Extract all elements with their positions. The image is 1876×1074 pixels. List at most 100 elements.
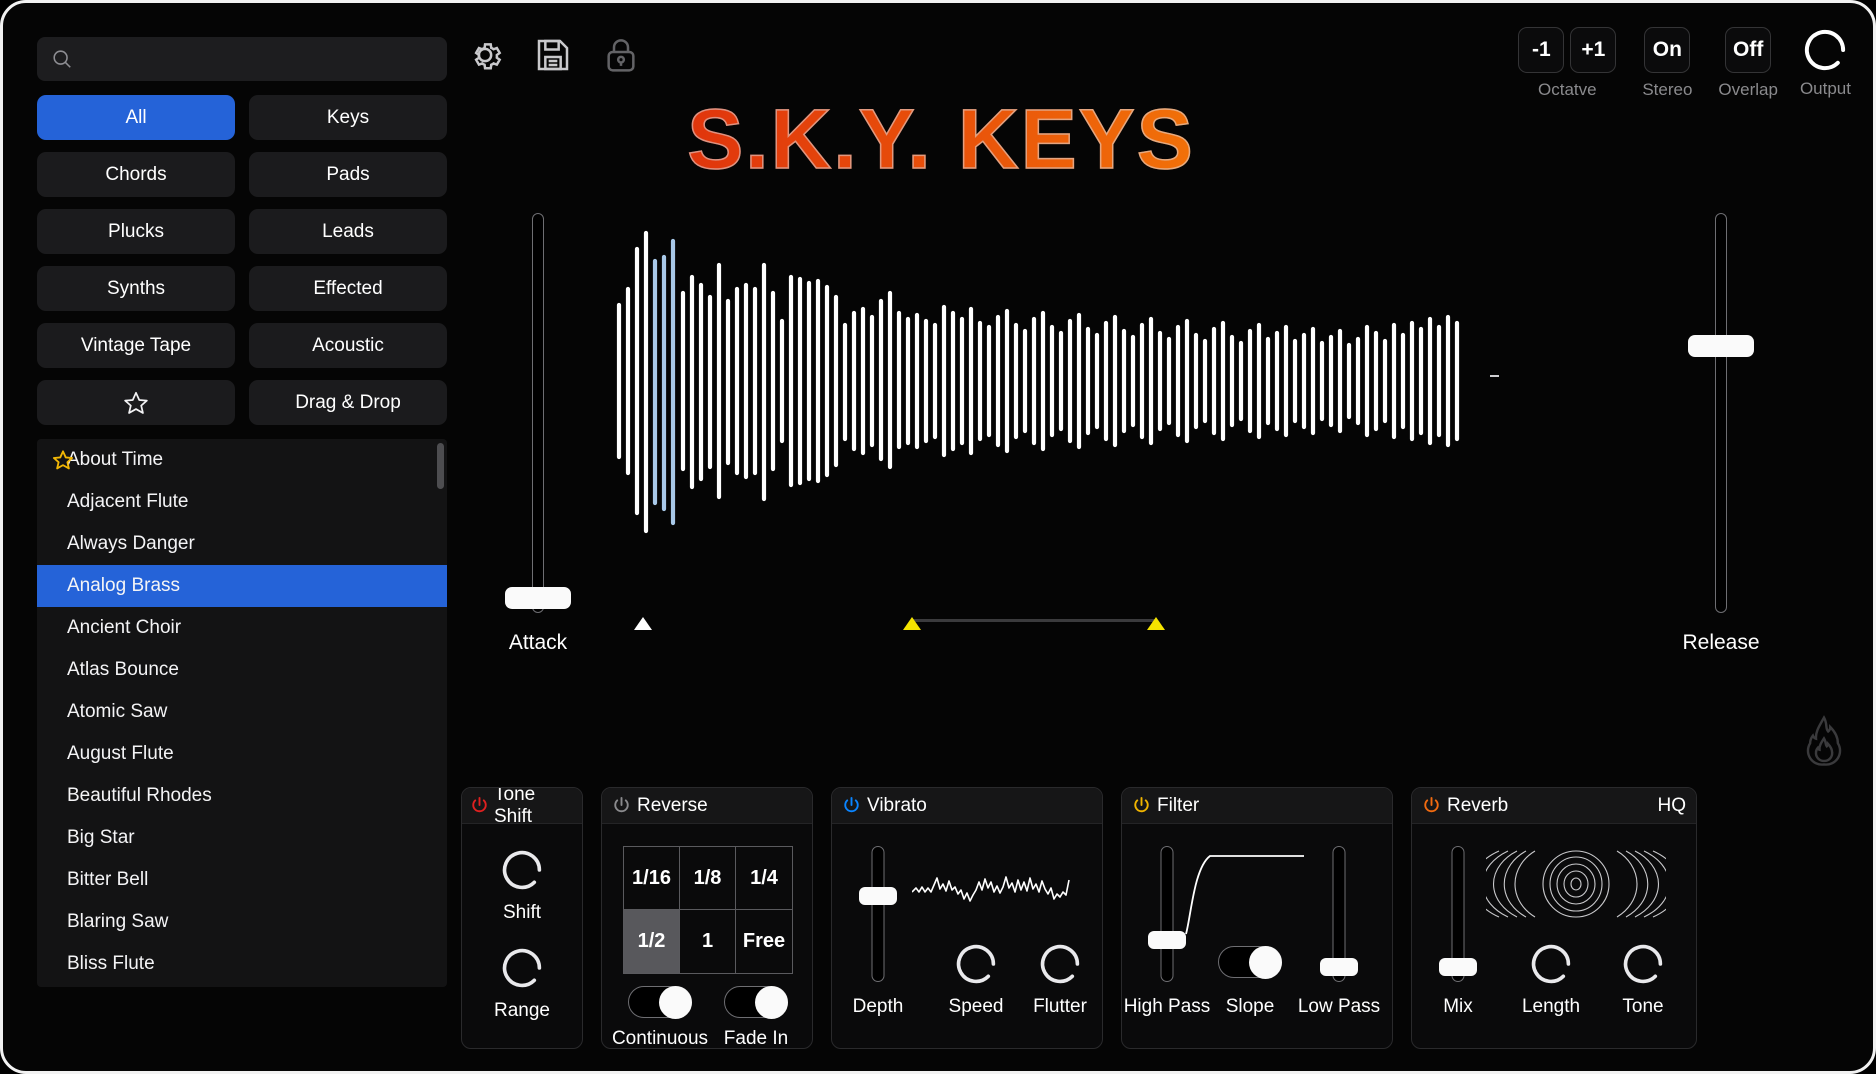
category-synths[interactable]: Synths — [37, 266, 235, 311]
flame-icon[interactable] — [1803, 715, 1845, 767]
list-item[interactable]: Adjacent Flute — [37, 481, 447, 523]
list-item[interactable]: Bitter Bell — [37, 859, 447, 901]
division-1-8[interactable]: 1/8 — [680, 847, 736, 910]
stereo-toggle-button[interactable]: On — [1644, 27, 1690, 73]
category-acoustic[interactable]: Acoustic — [249, 323, 447, 368]
list-item-selected[interactable]: Analog Brass — [37, 565, 447, 607]
attack-slider[interactable]: Attack — [503, 213, 573, 613]
speed-knob[interactable] — [952, 940, 1000, 993]
high-pass-slider-track[interactable] — [1161, 846, 1174, 982]
length-label: Length — [1522, 996, 1580, 1018]
list-item[interactable]: August Flute — [37, 733, 447, 775]
continuous-toggle[interactable] — [628, 986, 692, 1018]
depth-slider-track[interactable] — [872, 846, 885, 982]
lock-icon[interactable] — [601, 35, 641, 75]
list-item[interactable]: Big Star — [37, 817, 447, 859]
category-favorites[interactable] — [37, 380, 235, 425]
plugin-window: All Keys Chords Pads Plucks Leads Synths… — [0, 0, 1876, 1074]
overlap-control: Off Overlap — [1718, 27, 1778, 100]
panel-tone-shift: Tone Shift Shift Range — [461, 787, 583, 1049]
list-item-label: Ancient Choir — [67, 617, 181, 639]
list-item[interactable]: Bliss Flute — [37, 943, 447, 985]
list-item[interactable]: Beautiful Rhodes — [37, 775, 447, 817]
playhead-marker[interactable] — [634, 617, 652, 630]
loop-end-marker[interactable] — [1147, 617, 1165, 630]
panel-reverse: Reverse 1/16 1/8 1/4 1/2 1 Free Continuo… — [601, 787, 813, 1049]
mix-slider-handle[interactable] — [1439, 958, 1477, 976]
power-icon[interactable] — [612, 796, 631, 815]
division-1-4[interactable]: 1/4 — [736, 847, 792, 910]
power-icon[interactable] — [1132, 796, 1151, 815]
star-icon[interactable] — [52, 449, 74, 471]
slope-toggle[interactable] — [1218, 946, 1282, 978]
overlap-toggle-button[interactable]: Off — [1725, 27, 1771, 73]
depth-slider[interactable] — [858, 846, 898, 982]
hq-badge[interactable]: HQ — [1658, 795, 1687, 817]
attack-slider-track[interactable] — [532, 213, 544, 613]
toggle-knob — [755, 986, 788, 1019]
list-item[interactable]: Always Danger — [37, 523, 447, 565]
power-icon[interactable] — [1422, 796, 1441, 815]
list-item-label: August Flute — [67, 743, 174, 765]
list-item[interactable]: Atlas Bounce — [37, 649, 447, 691]
list-item-label: Bliss Flute — [67, 953, 155, 975]
shift-label: Shift — [503, 902, 541, 924]
power-icon[interactable] — [470, 796, 489, 815]
panel-title: Reverb — [1447, 795, 1508, 817]
category-vintage-tape[interactable]: Vintage Tape — [37, 323, 235, 368]
release-slider-handle[interactable] — [1688, 335, 1754, 357]
category-drag-drop[interactable]: Drag & Drop — [249, 380, 447, 425]
low-pass-slider-handle[interactable] — [1320, 958, 1358, 976]
release-slider[interactable]: Release — [1686, 213, 1756, 613]
division-1[interactable]: 1 — [680, 910, 736, 973]
range-knob[interactable] — [498, 944, 546, 997]
list-item[interactable]: Blaring Saw — [37, 901, 447, 943]
division-1-16[interactable]: 1/16 — [624, 847, 680, 910]
save-icon[interactable] — [533, 35, 573, 75]
global-controls: -1 +1 Octatve On Stereo Off Overlap Outp… — [1518, 27, 1851, 100]
length-knob[interactable] — [1527, 940, 1575, 993]
division-free[interactable]: Free — [736, 910, 792, 973]
list-item[interactable]: About Time — [37, 439, 447, 481]
low-pass-slider[interactable] — [1319, 846, 1359, 982]
preset-list-scrollbar[interactable] — [437, 443, 444, 489]
attack-slider-handle[interactable] — [505, 587, 571, 609]
preset-list[interactable]: About Time Adjacent Flute Always Danger … — [37, 439, 447, 987]
octave-down-button[interactable]: -1 — [1518, 27, 1564, 73]
loop-region-line — [912, 619, 1155, 622]
panel-reverb: Reverb HQ Mix — [1411, 787, 1697, 1049]
flutter-knob[interactable] — [1036, 940, 1084, 993]
search-input[interactable] — [83, 49, 435, 69]
octave-up-button[interactable]: +1 — [1570, 27, 1616, 73]
list-item-label: Always Danger — [67, 533, 195, 555]
list-item[interactable]: Broad Texture — [37, 985, 447, 987]
high-pass-slider[interactable] — [1147, 846, 1187, 982]
star-icon — [123, 390, 149, 416]
tone-knob[interactable] — [1619, 940, 1667, 993]
panel-body: High Pass Slope Low Pass — [1122, 824, 1392, 1048]
loop-start-marker[interactable] — [903, 617, 921, 630]
high-pass-slider-handle[interactable] — [1148, 931, 1186, 949]
amplitude-tick — [1490, 375, 1499, 377]
list-item[interactable]: Ancient Choir — [37, 607, 447, 649]
waveform-display[interactable] — [613, 201, 1483, 561]
fade-in-toggle[interactable] — [724, 986, 788, 1018]
mix-slider[interactable] — [1438, 846, 1478, 982]
category-effected[interactable]: Effected — [249, 266, 447, 311]
page-title: S.K.Y. KEYS — [3, 91, 1876, 188]
division-1-2[interactable]: 1/2 — [624, 910, 680, 973]
shift-knob[interactable] — [498, 846, 546, 899]
category-plucks[interactable]: Plucks — [37, 209, 235, 254]
list-item[interactable]: Atomic Saw — [37, 691, 447, 733]
gear-icon[interactable] — [465, 35, 505, 75]
search-box[interactable] — [37, 37, 447, 81]
power-icon[interactable] — [842, 796, 861, 815]
panel-vibrato: Vibrato Depth Speed — [831, 787, 1103, 1049]
division-grid[interactable]: 1/16 1/8 1/4 1/2 1 Free — [623, 846, 793, 974]
depth-slider-handle[interactable] — [859, 887, 897, 905]
release-slider-track[interactable] — [1715, 213, 1727, 613]
mix-label: Mix — [1443, 996, 1473, 1018]
reverb-rings-icon — [1486, 848, 1666, 920]
knob-icon[interactable] — [1800, 25, 1850, 75]
category-leads[interactable]: Leads — [249, 209, 447, 254]
